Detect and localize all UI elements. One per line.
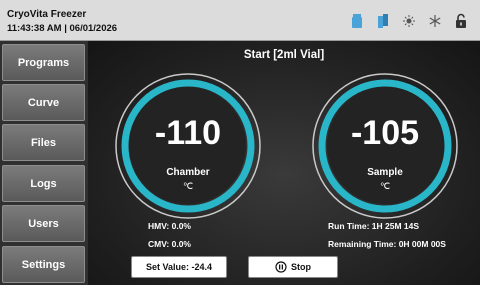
sidebar-item-curve[interactable]: Curve bbox=[2, 84, 85, 121]
vial-pair-icon bbox=[376, 13, 390, 29]
stop-button[interactable]: Stop bbox=[248, 256, 338, 278]
sidebar-item-users[interactable]: Users bbox=[2, 205, 85, 242]
set-value-label: Set Value: -24.4 bbox=[145, 262, 213, 272]
sidebar-item-files[interactable]: Files bbox=[2, 124, 85, 161]
sun-icon bbox=[402, 13, 416, 29]
program-title: Start [2ml Vial] bbox=[243, 49, 325, 61]
chamber-label: Chamber bbox=[166, 167, 210, 178]
sample-gauge: -105 Sample ℃ bbox=[310, 71, 460, 221]
unlocked-padlock-icon[interactable] bbox=[454, 13, 468, 29]
sample-unit: ℃ bbox=[379, 181, 391, 191]
stop-label: Stop bbox=[291, 262, 311, 272]
remaining-time-readout: Remaining Time: 0H 00M 00S bbox=[328, 239, 446, 249]
sample-label: Sample bbox=[367, 167, 403, 178]
header-bar: CryoVita Freezer 11:43:38 AM | 06/01/202… bbox=[0, 0, 480, 41]
sidebar-item-logs[interactable]: Logs bbox=[2, 165, 85, 202]
run-time-readout: Run Time: 1H 25M 14S bbox=[328, 221, 420, 231]
sidebar-item-settings[interactable]: Settings bbox=[2, 246, 85, 283]
freezer-app: CryoVita Freezer 11:43:38 AM | 06/01/202… bbox=[0, 0, 480, 285]
sample-temperature-value: -105 bbox=[350, 114, 420, 152]
sidebar-nav: Programs Curve Files Logs Users Settings bbox=[0, 41, 88, 285]
status-icons bbox=[350, 13, 468, 29]
cmv-readout: CMV: 0.0% bbox=[148, 239, 191, 249]
chamber-unit: ℃ bbox=[182, 181, 194, 191]
vial-icon bbox=[350, 13, 364, 29]
snowflake-icon bbox=[428, 13, 442, 29]
stop-icon bbox=[275, 261, 287, 273]
chamber-temperature-value: -110 bbox=[154, 114, 222, 152]
date-time: 11:43:38 AM | 06/01/2026 bbox=[7, 23, 118, 34]
app-title: CryoVita Freezer bbox=[7, 9, 87, 20]
set-value-button[interactable]: Set Value: -24.4 bbox=[131, 256, 227, 278]
sidebar-item-programs[interactable]: Programs bbox=[2, 44, 85, 81]
chamber-gauge: -110 Chamber ℃ bbox=[113, 71, 263, 221]
hmv-readout: HMV: 0.0% bbox=[148, 221, 191, 231]
main-panel: Start [2ml Vial] -110 Chamber ℃ -105 Sam… bbox=[88, 41, 480, 285]
